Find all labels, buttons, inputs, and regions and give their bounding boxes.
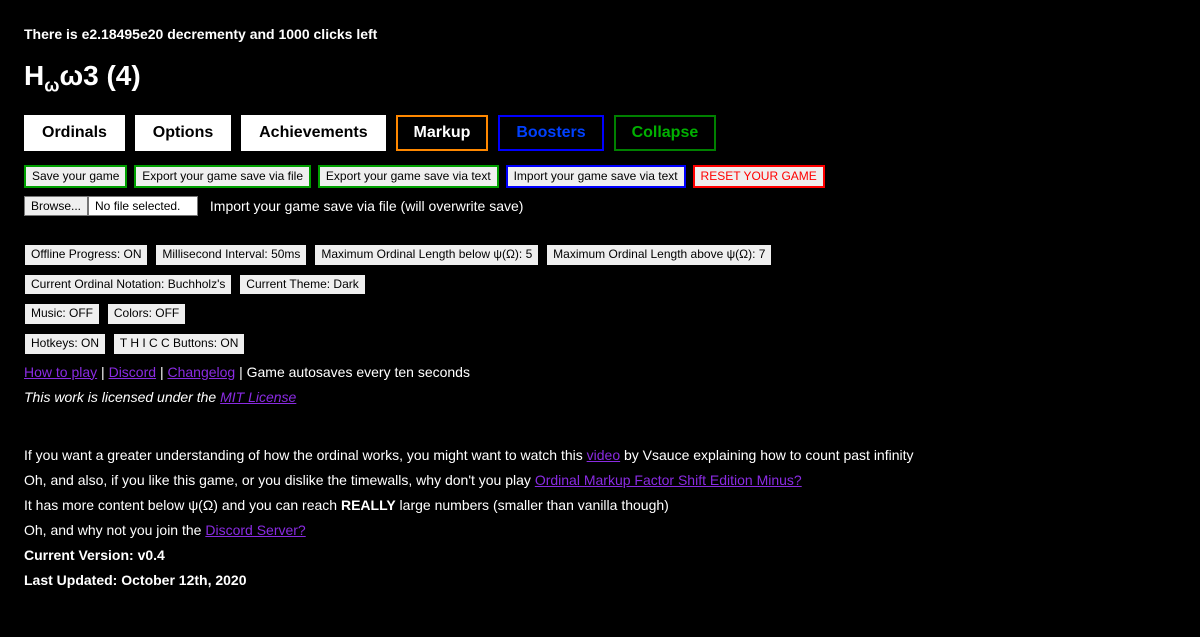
tab-markup[interactable]: Markup — [396, 115, 489, 151]
settings-row-3: Music: OFF Colors: OFF — [24, 303, 1176, 325]
status-line: There is e2.18495e20 decrementy and 1000… — [24, 0, 1176, 42]
settings-row-1: Offline Progress: ON Millisecond Interva… — [24, 244, 1176, 266]
text: by Vsauce explaining how to count past i… — [620, 447, 913, 463]
file-import-row: Browse...No file selected. Import your g… — [24, 196, 1176, 216]
text: large numbers (smaller than vanilla thou… — [396, 497, 669, 513]
max-below-button[interactable]: Maximum Ordinal Length below ψ(Ω): 5 — [314, 244, 539, 266]
emphasis: REALLY — [341, 497, 396, 513]
body-line-3: It has more content below ψ(Ω) and you c… — [24, 497, 1176, 513]
notation-button[interactable]: Current Ordinal Notation: Buchholz's — [24, 274, 232, 296]
music-button[interactable]: Music: OFF — [24, 303, 100, 325]
hotkeys-button[interactable]: Hotkeys: ON — [24, 333, 106, 355]
tab-row: Ordinals Options Achievements Markup Boo… — [24, 115, 1176, 151]
version-line: Current Version: v0.4 — [24, 547, 1176, 563]
factor-shift-link[interactable]: Ordinal Markup Factor Shift Edition Minu… — [535, 472, 802, 488]
file-name-field[interactable]: No file selected. — [88, 196, 198, 216]
tab-options[interactable]: Options — [135, 115, 231, 151]
export-text-button[interactable]: Export your game save via text — [318, 165, 499, 189]
interval-button[interactable]: Millisecond Interval: 50ms — [155, 244, 307, 266]
reset-button[interactable]: RESET YOUR GAME — [693, 165, 825, 189]
howto-link[interactable]: How to play — [24, 364, 97, 380]
discord-link[interactable]: Discord — [109, 364, 156, 380]
discord-server-link[interactable]: Discord Server? — [205, 522, 305, 538]
offline-progress-button[interactable]: Offline Progress: ON — [24, 244, 148, 266]
text: It has more content below ψ(Ω) and you c… — [24, 497, 341, 513]
max-above-button[interactable]: Maximum Ordinal Length above ψ(Ω): 7 — [546, 244, 772, 266]
save-button[interactable]: Save your game — [24, 165, 127, 189]
license-prefix: This work is licensed under the — [24, 389, 220, 405]
settings-row-2: Current Ordinal Notation: Buchholz's Cur… — [24, 274, 1176, 296]
changelog-link[interactable]: Changelog — [167, 364, 235, 380]
text: Oh, and also, if you like this game, or … — [24, 472, 535, 488]
tab-achievements[interactable]: Achievements — [241, 115, 386, 151]
colors-button[interactable]: Colors: OFF — [107, 303, 186, 325]
save-row: Save your game Export your game save via… — [24, 165, 1176, 189]
thicc-button[interactable]: T H I C C Buttons: ON — [113, 333, 245, 355]
separator: | — [101, 364, 109, 380]
text: Oh, and why not you join the — [24, 522, 205, 538]
body-line-4: Oh, and why not you join the Discord Ser… — [24, 522, 1176, 538]
tab-boosters[interactable]: Boosters — [498, 115, 603, 151]
export-file-button[interactable]: Export your game save via file — [134, 165, 311, 189]
text: If you want a greater understanding of h… — [24, 447, 587, 463]
ordinal-display: Hωω3 (4) — [24, 60, 1176, 97]
video-link[interactable]: video — [587, 447, 620, 463]
links-row: How to play | Discord | Changelog | Game… — [24, 364, 1176, 380]
settings-row-4: Hotkeys: ON T H I C C Buttons: ON — [24, 333, 1176, 355]
updated-line: Last Updated: October 12th, 2020 — [24, 572, 1176, 588]
file-import-label: Import your game save via file (will ove… — [210, 198, 524, 214]
import-text-button[interactable]: Import your game save via text — [506, 165, 686, 189]
autosave-note: Game autosaves every ten seconds — [247, 364, 470, 380]
body-line-2: Oh, and also, if you like this game, or … — [24, 472, 1176, 488]
browse-button[interactable]: Browse... — [24, 196, 88, 216]
body-line-1: If you want a greater understanding of h… — [24, 447, 1176, 463]
theme-button[interactable]: Current Theme: Dark — [239, 274, 365, 296]
tab-collapse[interactable]: Collapse — [614, 115, 717, 151]
license-line: This work is licensed under the MIT Lice… — [24, 389, 1176, 405]
license-link[interactable]: MIT License — [220, 389, 296, 405]
tab-ordinals[interactable]: Ordinals — [24, 115, 125, 151]
separator: | — [239, 364, 247, 380]
